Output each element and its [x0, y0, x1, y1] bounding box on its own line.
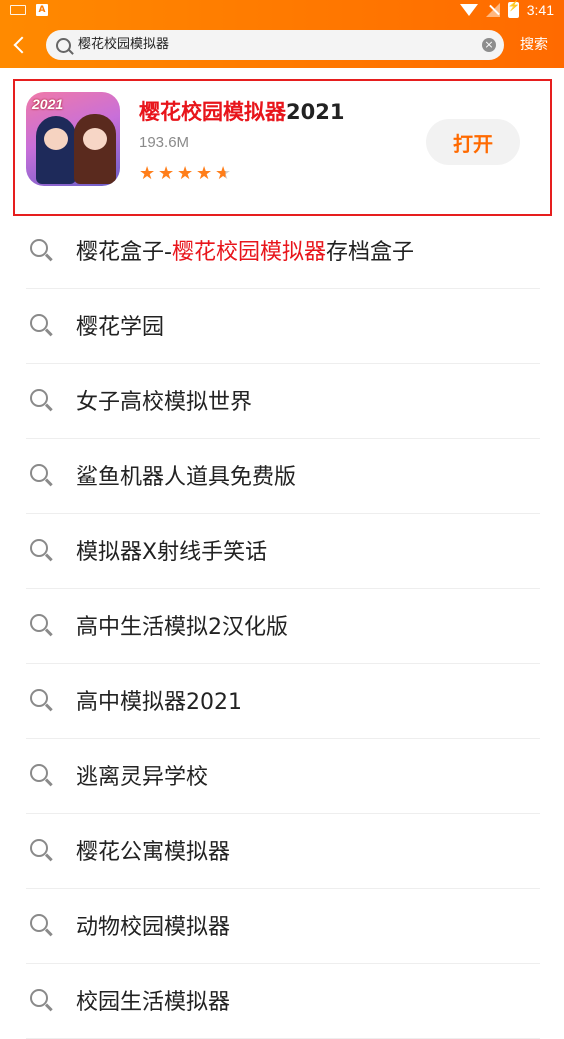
- suggestion-item[interactable]: 高中模拟器2021: [0, 664, 564, 739]
- suggestion-item[interactable]: 樱花学园: [0, 289, 564, 364]
- star-full-icon: ★: [139, 163, 156, 184]
- suggestion-text-pre: 樱花公寓模拟器: [76, 840, 231, 865]
- search-icon: [30, 389, 48, 407]
- suggestion-item[interactable]: 逃离灵异学校: [0, 739, 564, 814]
- notification-a-icon: A: [36, 4, 48, 16]
- search-icon: [30, 839, 48, 857]
- suggestion-item[interactable]: 女子高校模拟世界: [0, 364, 564, 439]
- search-icon: [30, 764, 48, 782]
- suggestion-text: 鲨鱼机器人道具免费版: [76, 459, 296, 491]
- search-icon: [56, 38, 71, 53]
- status-time: 3:41: [526, 2, 554, 18]
- search-icon: [30, 914, 48, 932]
- open-button[interactable]: 打开: [426, 119, 520, 165]
- suggestion-list: 樱花盒子-樱花校园模拟器存档盒子樱花学园女子高校模拟世界鲨鱼机器人道具免费版 模拟…: [0, 214, 564, 1039]
- suggestion-text: 高中模拟器2021: [76, 684, 242, 716]
- suggestion-item[interactable]: 樱花盒子-樱花校园模拟器存档盒子: [0, 214, 564, 289]
- suggestion-text-pre: 动物校园模拟器: [76, 915, 231, 940]
- back-button[interactable]: [8, 32, 32, 58]
- app-title-highlight: 樱花校园模拟器: [139, 100, 286, 124]
- suggestion-item[interactable]: 鲨鱼机器人道具免费版: [0, 439, 564, 514]
- suggestion-text: 模拟器X射线手笑话: [76, 534, 267, 566]
- suggestion-text-post: 存档盒子: [325, 240, 414, 265]
- search-box[interactable]: ×: [46, 30, 504, 60]
- app-size: 193.6M: [139, 134, 190, 151]
- no-signal-icon: [485, 3, 500, 17]
- search-submit-button[interactable]: 搜索: [520, 34, 548, 54]
- app-title-suffix: 2021: [286, 100, 345, 124]
- star-full-icon: ★: [158, 163, 175, 184]
- clear-search-button[interactable]: ×: [482, 38, 496, 52]
- app-icon-year: 2021: [32, 96, 64, 112]
- star-half-icon: ★: [215, 163, 234, 184]
- suggestion-text: 动物校园模拟器: [76, 909, 230, 941]
- wifi-icon: [459, 4, 478, 16]
- character-right-illustration: [74, 114, 116, 184]
- suggestion-text: 樱花盒子-樱花校园模拟器存档盒子: [76, 234, 414, 266]
- suggestion-text-pre: 樱花盒子-: [76, 240, 172, 265]
- result-app-card[interactable]: 2021 樱花校园模拟器2021 193.6M ★ ★ ★ ★ ★ 打开: [13, 79, 552, 216]
- search-icon: [30, 314, 48, 332]
- character-left-illustration: [36, 116, 76, 184]
- top-bar: A 3:41 × 搜索: [0, 0, 564, 68]
- suggestion-text-hl: 樱花校园模拟器: [171, 240, 326, 265]
- status-bar: A 3:41: [0, 0, 564, 24]
- suggestion-text-pre: 樱花学园: [76, 315, 165, 340]
- search-icon: [30, 239, 48, 257]
- suggestion-text-pre: 女子高校模拟世界: [76, 390, 253, 415]
- suggestion-text: 女子高校模拟世界: [76, 384, 252, 416]
- suggestion-text-pre: 逃离灵异学校: [76, 765, 209, 790]
- suggestion-text: 樱花学园: [76, 309, 164, 341]
- search-icon: [30, 989, 48, 1007]
- suggestion-text-pre: 校园生活模拟器: [76, 990, 231, 1015]
- suggestion-text: 逃离灵异学校: [76, 759, 208, 791]
- suggestion-item[interactable]: 动物校园模拟器: [0, 889, 564, 964]
- star-full-icon: ★: [177, 163, 194, 184]
- search-icon: [30, 689, 48, 707]
- suggestion-item[interactable]: 高中生活模拟2汉化版: [0, 589, 564, 664]
- app-title[interactable]: 樱花校园模拟器2021: [139, 96, 344, 126]
- star-rating: ★ ★ ★ ★ ★: [139, 163, 234, 184]
- chevron-left-icon: [13, 36, 31, 54]
- search-icon: [30, 539, 48, 557]
- suggestion-text: 高中生活模拟2汉化版: [76, 609, 288, 641]
- suggestion-text: 校园生活模拟器: [76, 984, 230, 1016]
- keyboard-icon: [10, 5, 26, 15]
- suggestion-text-pre: 鲨鱼机器人道具免费版: [76, 465, 297, 490]
- suggestion-text-pre: 高中生活模拟2汉化版: [76, 615, 288, 640]
- suggestion-item[interactable]: 模拟器X射线手笑话: [0, 514, 564, 589]
- star-full-icon: ★: [196, 163, 213, 184]
- suggestion-text: 樱花公寓模拟器: [76, 834, 230, 866]
- battery-charging-icon: [507, 1, 520, 18]
- suggestion-item[interactable]: 樱花公寓模拟器: [0, 814, 564, 889]
- app-icon[interactable]: 2021: [26, 92, 120, 186]
- suggestion-text-pre: 高中模拟器2021: [76, 690, 242, 715]
- search-icon: [30, 614, 48, 632]
- search-input[interactable]: [78, 30, 478, 60]
- search-icon: [30, 464, 48, 482]
- suggestion-text-pre: 模拟器X射线手笑话: [76, 540, 268, 565]
